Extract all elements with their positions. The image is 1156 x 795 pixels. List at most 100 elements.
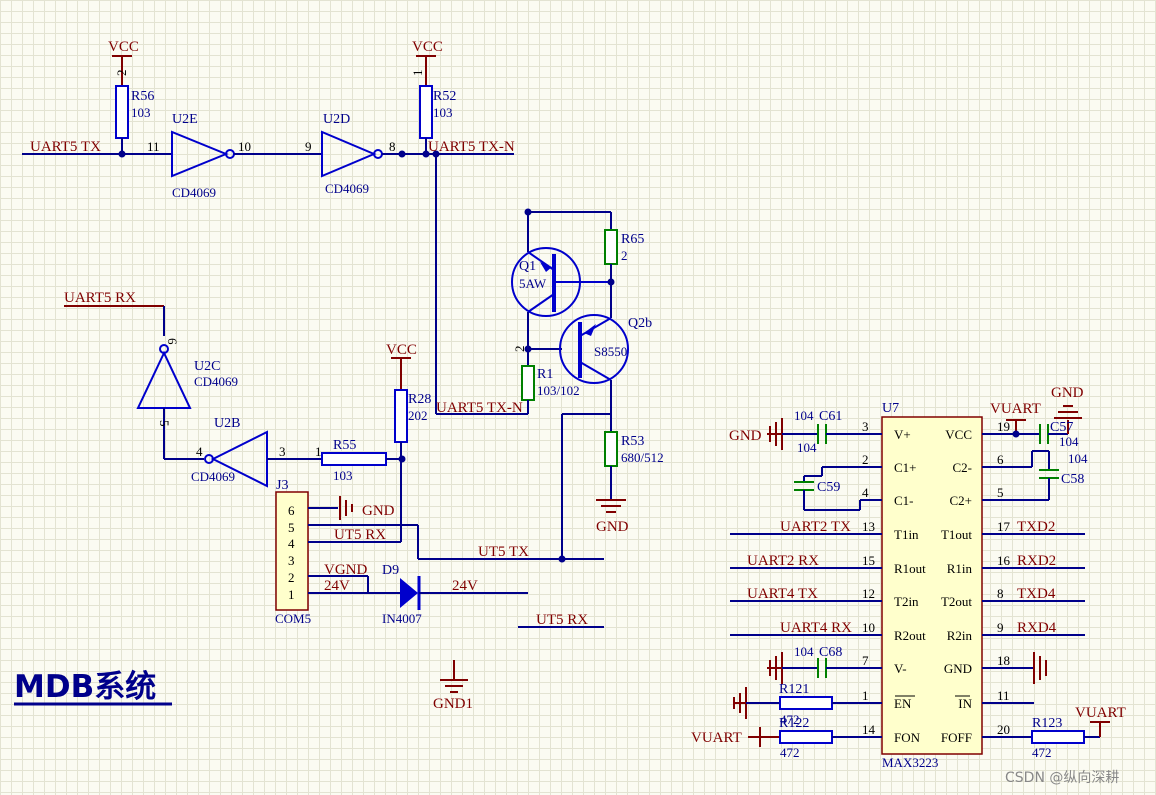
uart5-rx-net-label: UART5 RX: [64, 290, 136, 306]
u7-pin-number: 5: [997, 485, 1004, 500]
r122-designator: R122: [779, 716, 809, 731]
c61-value-2: 104: [797, 440, 817, 455]
u7-pin-number: 6: [997, 452, 1004, 467]
j3-gnd-symbol: GND: [339, 496, 395, 520]
u7-pin-number: 15: [862, 553, 875, 568]
q2-designator: Q2b: [628, 316, 652, 331]
u7-pin-number: 1: [862, 688, 869, 703]
vgnd-net-label: VGND: [324, 562, 367, 578]
r56-value: 103: [131, 105, 151, 120]
c61-capacitor: GND 104 C61 104: [729, 408, 882, 455]
watermark: CSDN @纵向深耕: [1005, 769, 1119, 786]
r55-pin-number: 1: [315, 444, 322, 459]
u7-pin-number: 2: [862, 452, 869, 467]
uart4-rx-net-label: UART4 RX: [780, 620, 852, 636]
uart5-txn-net-label-bottom: UART5 TX-N: [436, 400, 523, 416]
j3-pin: 3: [288, 553, 295, 568]
r65-resistor: R65 2: [604, 229, 644, 318]
u7-pin-name: T2out: [941, 594, 972, 609]
u2b-pin-out: 4: [196, 444, 203, 459]
u7-pin-number: 8: [997, 586, 1004, 601]
gnd1-label: GND1: [433, 696, 473, 712]
r55-resistor: R55 103: [321, 438, 402, 483]
r56-vcc-power-port: VCC 2: [108, 39, 139, 86]
schematic-canvas: VCC 2 R56 103 UART5 TX 11 U2E CD4069 10 …: [14, 39, 1126, 786]
d9-part: IN4007: [382, 611, 422, 626]
d9-designator: D9: [382, 563, 399, 578]
u7-pin-number: 4: [862, 485, 869, 500]
c58-designator: C58: [1061, 472, 1084, 487]
u7-pin-name: R2in: [947, 628, 973, 643]
u7-pin-number: 18: [997, 653, 1010, 668]
u7-pin-name: GND: [944, 661, 972, 676]
uart4-tx-net-label: UART4 TX: [747, 586, 818, 602]
u7-pin-name: C2-: [953, 460, 973, 475]
r55-value: 103: [333, 468, 353, 483]
u7-pin-number: 3: [862, 419, 869, 434]
c61-value: 104: [794, 408, 814, 423]
u2e-designator: U2E: [172, 112, 198, 127]
rxd2-net-label: RXD2: [1017, 553, 1056, 569]
u2d-pin-out: 8: [389, 139, 396, 154]
r53-gnd-symbol: GND: [596, 499, 629, 535]
j3-24v-net-label: 24V: [324, 578, 350, 594]
u2b-pin-in: 3: [279, 444, 286, 459]
u7-pin-name: EN: [894, 696, 912, 711]
c57-value: 104: [1059, 434, 1079, 449]
r56-designator: R56: [131, 89, 154, 104]
r52-pin-number: 1: [410, 70, 425, 77]
r53-designator: R53: [621, 434, 644, 449]
d9-24v-net-label: 24V: [452, 578, 478, 594]
r52-value: 103: [433, 105, 453, 120]
r52-designator: R52: [433, 89, 456, 104]
u2c-pin-in: 5: [157, 420, 172, 427]
r65-value: 2: [621, 248, 628, 263]
u7-pin-name: T2in: [894, 594, 919, 609]
u7-pin-number: 17: [997, 519, 1011, 534]
c57-capacitor: VUART GND C57 104: [982, 385, 1084, 449]
u2c-pin-out: 6: [165, 338, 180, 345]
page-title: MDB系统: [14, 669, 156, 705]
ut5-rx-net-label-2: UT5 RX: [536, 612, 588, 628]
u7-gnd-symbol: [982, 652, 1047, 684]
r122-vuart-label: VUART: [691, 730, 742, 746]
u7-pin-name: R1in: [947, 561, 973, 576]
r53-resistor: R53 680/512: [604, 431, 664, 500]
r28-vcc-power-port: VCC: [386, 342, 417, 390]
u7-vuart-label: VUART: [990, 401, 1041, 417]
u7-pin-name: FOFF: [941, 730, 972, 745]
u7-chip: U7 MAX3223: [881, 401, 983, 770]
c57-designator: C57: [1050, 420, 1073, 435]
r53-value: 680/512: [621, 450, 664, 465]
j3-connector: J3 6 5 4 3 2 1 COM5: [275, 478, 311, 626]
u2c-part: CD4069: [194, 374, 238, 389]
uart5-tx-net-label: UART5 TX: [30, 139, 101, 155]
u7-pin-number: 20: [997, 722, 1010, 737]
u2e-part: CD4069: [172, 185, 216, 200]
gnd1-symbol: GND1: [433, 660, 473, 712]
u7-pin-name: FON: [894, 730, 921, 745]
u7-pin-number: 19: [997, 419, 1010, 434]
u2b-part: CD4069: [191, 469, 235, 484]
uart2-tx-net-label: UART2 TX: [780, 519, 851, 535]
j3-pin: 5: [288, 520, 295, 535]
r28-vcc-label: VCC: [386, 342, 417, 358]
txd4-net-label: TXD4: [1017, 586, 1056, 602]
u7-pin-name: V-: [894, 661, 907, 676]
u2e-pin-in: 11: [147, 139, 160, 154]
u2c-designator: U2C: [194, 359, 220, 374]
u2d-designator: U2D: [323, 112, 350, 127]
u2d-pin-in: 9: [305, 139, 312, 154]
u7-pin-name: R2out: [894, 628, 926, 643]
r28-value: 202: [408, 408, 428, 423]
u7-pin-name: V+: [894, 427, 911, 442]
uart5-txn-net-label-top: UART5 TX-N: [428, 139, 515, 155]
u7-pin-name: C1+: [894, 460, 917, 475]
u7-pin-number: 11: [997, 688, 1010, 703]
ut5-tx-net-label: UT5 TX: [478, 544, 529, 560]
c59-capacitor: C59: [794, 466, 882, 511]
q1-designator: Q1: [519, 259, 536, 274]
u2b-designator: U2B: [214, 416, 240, 431]
r52-vcc-power-port: VCC 1: [410, 39, 443, 86]
c61-gnd-label: GND: [729, 428, 762, 444]
